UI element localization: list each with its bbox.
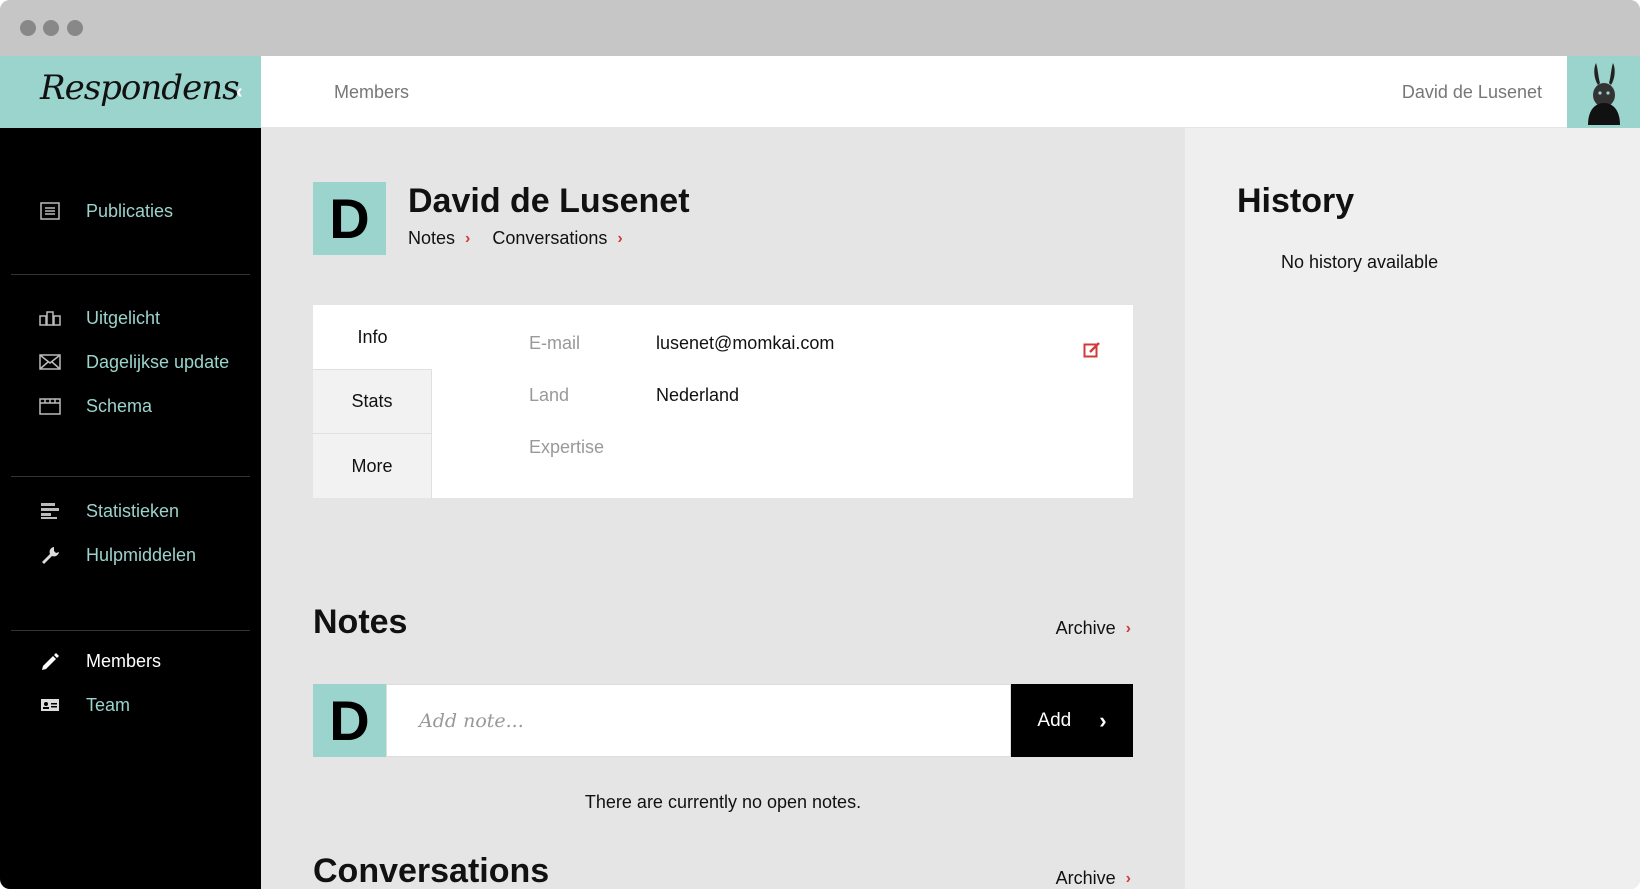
sidebar-item-publicaties[interactable]: Publicaties <box>38 196 173 226</box>
sidebar-item-schema[interactable]: Schema <box>38 391 152 421</box>
sidebar-item-label: Statistieken <box>86 500 180 521</box>
chevron-left-icon[interactable]: ‹ <box>236 81 243 104</box>
sidebar-item-label: Members <box>86 650 162 671</box>
chevron-right-icon: › <box>1125 619 1131 637</box>
current-user-name[interactable]: David de Lusenet <box>1402 82 1542 103</box>
list-icon <box>38 199 62 223</box>
member-detail: D David de Lusenet Notes › Conversations… <box>261 128 1185 889</box>
edit-icon[interactable] <box>1083 341 1101 359</box>
conversations-link-label: Conversations <box>492 228 608 248</box>
maximize-window-button[interactable] <box>67 20 83 36</box>
sidebar-item-label: Publicaties <box>86 200 174 221</box>
notes-empty-state: There are currently no open notes. <box>584 792 862 812</box>
tab-info[interactable]: Info <box>313 305 432 369</box>
history-panel: History No history available <box>1185 128 1640 889</box>
sidebar-item-label: Team <box>86 694 131 715</box>
sidebar-item-members[interactable]: Members <box>38 646 161 676</box>
email-label: E-mail <box>529 333 581 353</box>
id-card-icon <box>38 693 62 717</box>
notes-heading: Notes <box>313 603 408 641</box>
chevron-right-icon: › <box>465 229 471 247</box>
country-value: Nederland <box>656 385 740 405</box>
note-author-avatar: D <box>313 684 386 757</box>
sidebar-item-label: Schema <box>86 395 153 416</box>
tab-stats[interactable]: Stats <box>313 369 432 433</box>
sidebar-item-dagelijkse-update[interactable]: Dagelijkse update <box>38 347 229 377</box>
add-note-input[interactable]: Add note... <box>386 684 1011 757</box>
rabbit-icon <box>1587 63 1620 125</box>
sidebar-item-team[interactable]: Team <box>38 690 130 720</box>
tab-more[interactable]: More <box>313 433 432 498</box>
archive-label: Archive <box>1055 868 1116 888</box>
top-header: Members David de Lusenet <box>261 56 1640 128</box>
archive-label: Archive <box>1055 618 1116 638</box>
mail-icon <box>38 350 62 374</box>
member-initial-avatar: D <box>313 182 386 255</box>
add-note-row: D Add note... Add › <box>313 684 1133 757</box>
chevron-right-icon: › <box>1099 707 1107 733</box>
sidebar-item-label: Hulpmiddelen <box>86 544 197 565</box>
sidebar-item-statistieken[interactable]: Statistieken <box>38 496 179 526</box>
window-titlebar <box>0 0 1640 56</box>
sidebar-divider <box>11 476 250 477</box>
wrench-icon <box>38 543 62 567</box>
featured-icon <box>38 306 62 330</box>
sidebar-item-label: Uitgelicht <box>86 307 161 328</box>
browser-window: Respondens ‹ Publicaties Uitgelicht Dage… <box>0 0 1640 889</box>
close-window-button[interactable] <box>20 20 36 36</box>
add-button-label: Add <box>1037 709 1072 731</box>
conversations-heading: Conversations <box>313 852 550 889</box>
chevron-right-icon: › <box>1125 869 1131 887</box>
breadcrumb[interactable]: Members <box>334 82 409 103</box>
avatar[interactable] <box>1567 56 1640 128</box>
notes-link-label: Notes <box>408 228 456 248</box>
expertise-label: Expertise <box>529 437 605 457</box>
add-note-button[interactable]: Add › <box>1011 684 1133 757</box>
brand-bar: Respondens ‹ <box>0 56 261 128</box>
app: Respondens ‹ Publicaties Uitgelicht Dage… <box>0 56 1640 889</box>
email-value: lusenet@momkai.com <box>656 333 835 353</box>
conversations-link[interactable]: Conversations › <box>492 228 622 249</box>
logo[interactable]: Respondens <box>40 68 240 108</box>
info-card: Info Stats More E-mail lusenet@momkai.co… <box>313 305 1133 498</box>
profile-links: Notes › Conversations › <box>408 228 623 249</box>
sidebar-item-uitgelicht[interactable]: Uitgelicht <box>38 303 160 333</box>
minimize-window-button[interactable] <box>43 20 59 36</box>
country-label: Land <box>529 385 570 405</box>
history-heading: History <box>1237 182 1355 220</box>
history-empty-state: No history available <box>1281 252 1439 272</box>
notes-link[interactable]: Notes › <box>408 228 470 249</box>
sidebar: Respondens ‹ Publicaties Uitgelicht Dage… <box>0 56 261 889</box>
pencil-icon <box>38 649 62 673</box>
sidebar-item-label: Dagelijkse update <box>86 351 230 372</box>
bars-icon <box>38 499 62 523</box>
sidebar-item-hulpmiddelen[interactable]: Hulpmiddelen <box>38 540 196 570</box>
notes-archive-link[interactable]: Archive › <box>1056 618 1131 639</box>
conversations-archive-link[interactable]: Archive › <box>1056 868 1131 889</box>
chevron-right-icon: › <box>617 229 623 247</box>
page-title: David de Lusenet <box>408 182 690 220</box>
sidebar-divider <box>11 630 250 631</box>
calendar-icon <box>38 394 62 418</box>
sidebar-divider <box>11 274 250 275</box>
